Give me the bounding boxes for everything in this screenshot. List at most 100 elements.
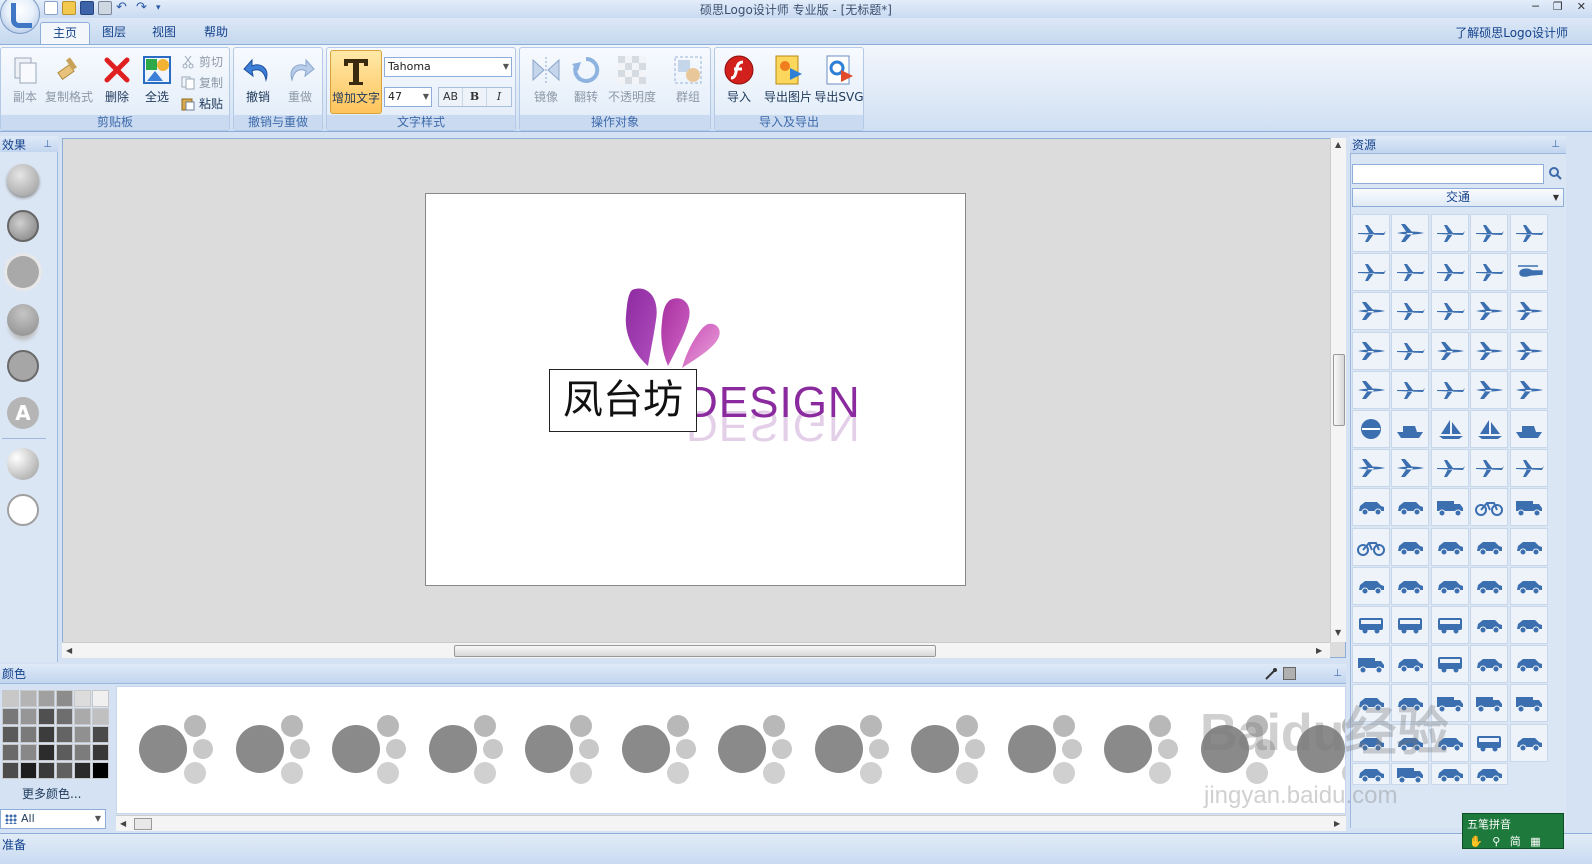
transport-bike-icon[interactable]: [1352, 527, 1390, 566]
color-swatch[interactable]: [2, 726, 19, 743]
transport-car-icon[interactable]: [1430, 762, 1469, 785]
color-swatch[interactable]: [38, 762, 55, 779]
paste-button[interactable]: 粘贴: [179, 94, 223, 114]
transport-jet-icon[interactable]: [1470, 331, 1509, 370]
transport-car-icon[interactable]: [1509, 606, 1548, 644]
transport-jet-icon[interactable]: [1430, 331, 1469, 370]
font-size-select[interactable]: 47 ▼: [384, 87, 432, 107]
transport-car-icon[interactable]: [1391, 566, 1430, 605]
transport-plane-icon[interactable]: [1391, 331, 1430, 370]
transport-truck-icon[interactable]: [1509, 488, 1548, 527]
export-image-button[interactable]: 导出图片: [761, 50, 815, 114]
transport-car-icon[interactable]: [1470, 606, 1509, 644]
transport-car-icon[interactable]: [1509, 527, 1548, 566]
bold-button[interactable]: B: [463, 88, 487, 106]
transport-car-icon[interactable]: [1391, 527, 1430, 566]
color-swatch[interactable]: [56, 690, 73, 707]
transport-plane-icon[interactable]: [1391, 292, 1430, 331]
transport-plane-icon[interactable]: [1509, 449, 1548, 488]
color-swatch[interactable]: [2, 744, 19, 761]
color-swatch[interactable]: [56, 726, 73, 743]
transport-car-icon[interactable]: [1509, 723, 1548, 762]
transport-bus-icon[interactable]: [1352, 606, 1390, 644]
color-swatch[interactable]: [20, 690, 37, 707]
transport-plane-icon[interactable]: [1391, 370, 1430, 409]
transport-truck-icon[interactable]: [1352, 645, 1390, 684]
transport-car-icon[interactable]: [1391, 645, 1430, 684]
transport-truck-icon[interactable]: [1509, 684, 1548, 723]
transport-bike-icon[interactable]: [1470, 488, 1509, 527]
opacity-button[interactable]: 不透明度: [604, 50, 660, 114]
color-scheme-preset[interactable]: [137, 709, 217, 789]
more-colors-link[interactable]: 更多颜色...: [22, 785, 81, 802]
select-all-button[interactable]: 全选: [133, 50, 181, 114]
transport-plane-icon[interactable]: [1470, 214, 1509, 252]
color-swatch[interactable]: [56, 762, 73, 779]
color-scheme-preset[interactable]: [1006, 709, 1086, 789]
current-color-swatch[interactable]: [1283, 667, 1296, 680]
color-swatch[interactable]: [2, 762, 19, 779]
transport-plane-icon[interactable]: [1470, 449, 1509, 488]
transport-jet-icon[interactable]: [1509, 292, 1548, 331]
color-scheme-preset[interactable]: [330, 709, 410, 789]
presets-horizontal-scrollbar[interactable]: ◀ ▶: [116, 815, 1346, 831]
transport-sail-icon[interactable]: [1430, 410, 1469, 448]
color-scheme-preset[interactable]: [234, 709, 314, 789]
transport-jet-icon[interactable]: [1470, 292, 1509, 331]
color-scheme-preset[interactable]: [716, 709, 796, 789]
transport-jet-icon[interactable]: [1509, 331, 1548, 370]
transport-jet-icon[interactable]: [1509, 370, 1548, 409]
transport-plane-icon[interactable]: [1391, 253, 1430, 292]
duplicate-button[interactable]: 副本: [1, 50, 49, 114]
color-scheme-preset[interactable]: [620, 709, 700, 789]
presets-scroll-thumb[interactable]: [134, 818, 152, 830]
transport-car-icon[interactable]: [1509, 645, 1548, 684]
transport-car-icon[interactable]: [1430, 527, 1469, 566]
color-swatch[interactable]: [2, 708, 19, 725]
tab-layers[interactable]: 图层: [90, 22, 138, 44]
eyedropper-icon[interactable]: [1264, 667, 1278, 681]
color-scheme-preset[interactable]: [909, 709, 989, 789]
color-swatch[interactable]: [56, 708, 73, 725]
effect-gradient-swatch[interactable]: [7, 448, 39, 480]
transport-jet-icon[interactable]: [1391, 449, 1430, 488]
transport-bus-icon[interactable]: [1391, 606, 1430, 644]
scroll-left-icon[interactable]: ◀: [120, 819, 126, 828]
tab-help[interactable]: 帮助: [192, 22, 240, 44]
transport-car-icon[interactable]: [1430, 566, 1469, 605]
ime-toolbar[interactable]: 五笔拼音 ✋ ⚲ 简 ▦: [1462, 813, 1564, 849]
transport-plane-icon[interactable]: [1352, 214, 1390, 252]
color-filter-select[interactable]: All ▼: [0, 809, 106, 829]
color-swatch[interactable]: [92, 744, 109, 761]
tab-home[interactable]: 主页: [40, 22, 91, 44]
transport-bus-icon[interactable]: [1430, 645, 1469, 684]
vertical-scroll-thumb[interactable]: [1333, 354, 1345, 426]
canvas-horizontal-scrollbar[interactable]: ◀ ▶: [62, 642, 1330, 658]
effect-outline-swatch[interactable]: [7, 350, 39, 382]
import-button[interactable]: 导入: [715, 50, 763, 114]
transport-plane-icon[interactable]: [1430, 449, 1469, 488]
transport-car-icon[interactable]: [1470, 762, 1509, 785]
transport-plane-icon[interactable]: [1430, 214, 1469, 252]
color-scheme-preset[interactable]: [1102, 709, 1182, 789]
effect-glow-swatch[interactable]: [7, 256, 39, 288]
transport-jet-icon[interactable]: [1352, 449, 1390, 488]
group-button[interactable]: 群组: [664, 50, 712, 114]
effect-none-swatch[interactable]: [7, 494, 39, 526]
transport-sail-icon[interactable]: [1470, 410, 1509, 448]
redo-button[interactable]: 重做: [276, 50, 324, 114]
transport-jet-icon[interactable]: [1391, 214, 1430, 252]
selected-text-object[interactable]: 凤台坊: [549, 369, 697, 432]
minimize-button[interactable]: ─: [1532, 0, 1539, 13]
color-swatch[interactable]: [74, 690, 91, 707]
italic-button[interactable]: I: [487, 88, 511, 106]
color-swatch[interactable]: [2, 690, 19, 707]
color-swatch[interactable]: [38, 726, 55, 743]
color-swatch[interactable]: [74, 762, 91, 779]
color-swatch[interactable]: [38, 744, 55, 761]
transport-car-icon[interactable]: [1470, 645, 1509, 684]
transport-bus-icon[interactable]: [1430, 606, 1469, 644]
color-swatch[interactable]: [20, 708, 37, 725]
pin-icon[interactable]: ⊥: [1333, 664, 1342, 684]
color-swatch[interactable]: [74, 744, 91, 761]
